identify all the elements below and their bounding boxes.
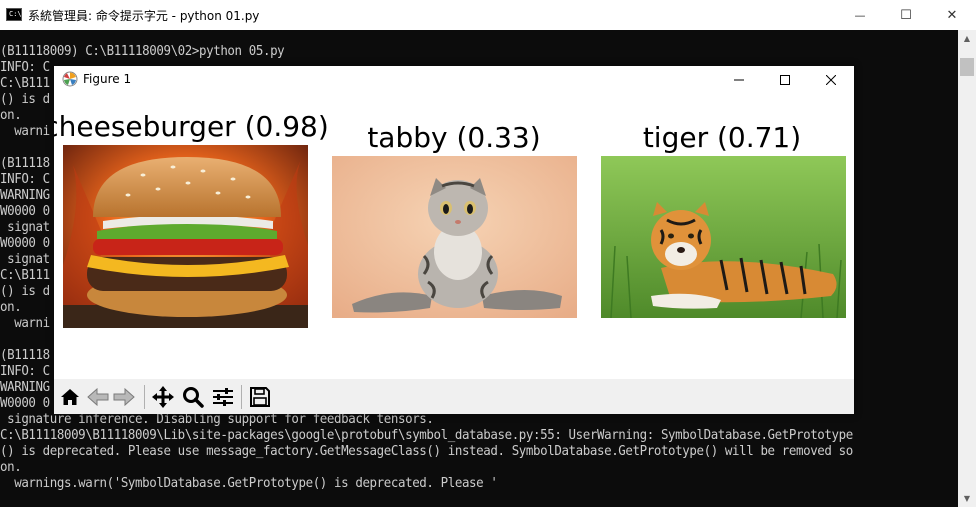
- back-icon: [87, 388, 109, 406]
- forward-button[interactable]: [112, 385, 136, 409]
- toolbar-separator: [241, 385, 242, 409]
- console-line: INFO: C: [0, 60, 50, 75]
- zoom-button[interactable]: [181, 385, 205, 409]
- forward-icon: [113, 388, 135, 406]
- figure-window: Figure 1 cheeseburger (0.98) tabby (0.33…: [54, 66, 854, 414]
- console-titlebar: C:\ 系統管理員: 命令提示字元 - python 01.py — ☐ ✕: [0, 0, 976, 30]
- back-button[interactable]: [86, 385, 110, 409]
- console-line: on.: [0, 108, 22, 123]
- console-line: signature inference. Disabling support f…: [0, 412, 434, 427]
- zoom-icon: [183, 387, 204, 408]
- minimize-icon: [734, 79, 744, 80]
- scroll-up-arrow-icon[interactable]: ▲: [958, 30, 976, 47]
- figure-window-title: Figure 1: [83, 72, 132, 86]
- minimize-icon: —: [854, 8, 866, 22]
- console-line: () is deprecated. Please use message_fac…: [0, 444, 853, 459]
- console-line: signat: [0, 252, 50, 267]
- matplotlib-logo-icon: [62, 71, 78, 87]
- console-line: on.: [0, 460, 22, 475]
- pan-button[interactable]: [151, 385, 175, 409]
- scrollbar-thumb[interactable]: [960, 58, 974, 76]
- maximize-icon: [780, 74, 790, 85]
- console-line: (B11118: [0, 156, 50, 171]
- console-line: INFO: C: [0, 364, 50, 379]
- console-maximize-button[interactable]: ☐: [883, 0, 929, 30]
- console-line: (B11118: [0, 348, 50, 363]
- console-line: on.: [0, 300, 22, 315]
- panel-title-cheeseburger: cheeseburger (0.98): [54, 110, 329, 143]
- console-line: warni: [0, 316, 50, 331]
- close-icon: ✕: [946, 7, 958, 23]
- configure-subplots-icon: [213, 388, 233, 406]
- console-line: (B11118009) C:\B11118009\02>python 05.py: [0, 44, 285, 59]
- console-line: INFO: C: [0, 172, 50, 187]
- scroll-down-arrow-icon[interactable]: ▼: [958, 490, 976, 507]
- figure-close-button[interactable]: [808, 66, 854, 93]
- toolbar-separator: [144, 385, 145, 409]
- figure-toolbar: [54, 379, 854, 414]
- cmd-app-icon: C:\: [6, 8, 22, 21]
- figure-canvas[interactable]: cheeseburger (0.98) tabby (0.33) tiger (…: [54, 93, 854, 379]
- console-close-button[interactable]: ✕: [929, 0, 975, 30]
- maximize-icon: ☐: [900, 7, 912, 23]
- save-button[interactable]: [248, 385, 272, 409]
- console-line: C:\B11118009\B11118009\Lib\site-packages…: [0, 428, 853, 443]
- console-line: warni: [0, 124, 50, 139]
- tiger-image: [601, 156, 846, 318]
- panel-title-tiger: tiger (0.71): [642, 121, 802, 154]
- home-icon: [61, 389, 79, 405]
- console-line: warnings.warn('SymbolDatabase.GetPrototy…: [0, 476, 498, 491]
- tabby-cat-image: [332, 156, 577, 318]
- figure-titlebar: Figure 1: [54, 66, 854, 93]
- save-icon: [250, 387, 270, 407]
- console-window-title: 系統管理員: 命令提示字元 - python 01.py: [28, 9, 260, 23]
- console-line: WARNING: [0, 188, 50, 203]
- close-icon: [826, 74, 836, 85]
- figure-maximize-button[interactable]: [762, 66, 808, 93]
- console-line: signat: [0, 220, 50, 235]
- pan-icon: [152, 386, 174, 408]
- cheeseburger-image: [63, 145, 308, 328]
- configure-subplots-button[interactable]: [211, 385, 235, 409]
- home-button[interactable]: [58, 385, 82, 409]
- panel-title-tabby: tabby (0.33): [367, 121, 541, 154]
- figure-minimize-button[interactable]: [716, 66, 762, 93]
- console-minimize-button[interactable]: —: [837, 0, 883, 30]
- console-line: WARNING: [0, 380, 50, 395]
- cmd-app-icon-text: C:\: [9, 10, 22, 18]
- console-scrollbar[interactable]: ▲ ▼: [958, 30, 976, 507]
